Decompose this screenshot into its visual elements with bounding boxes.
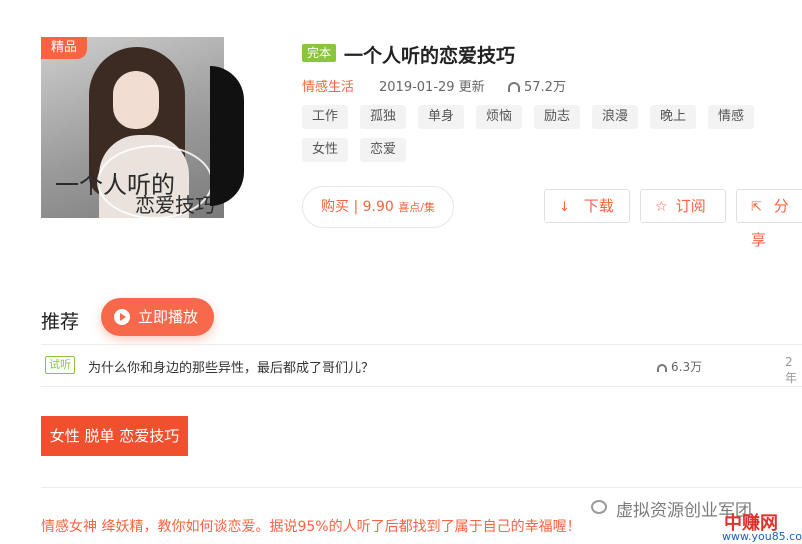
buy-button[interactable]: 购买 | 9.90 喜点/集	[302, 186, 454, 228]
share-icon: ⇱	[751, 200, 762, 215]
buy-unit: 喜点/集	[398, 201, 435, 214]
cover-title-line2: 恋爱技巧	[135, 193, 215, 217]
buy-label: 购买 | 9.90	[321, 199, 394, 215]
episode-play-count: 6.3万	[657, 358, 702, 375]
play-count-value: 57.2万	[524, 80, 566, 95]
subscribe-button[interactable]: ☆ 订阅	[640, 189, 726, 223]
watermark-url: www.you85.com	[722, 530, 802, 543]
divider	[41, 344, 802, 345]
tag[interactable]: 励志	[534, 105, 581, 129]
episode-title-link[interactable]: 为什么你和身边的那些异性，最后都成了哥们儿？	[88, 357, 374, 376]
tag[interactable]: 单身	[418, 105, 465, 129]
play-icon	[114, 309, 130, 325]
tag[interactable]: 浪漫	[592, 105, 639, 129]
tag[interactable]: 孤独	[360, 105, 407, 129]
tag[interactable]: 晚上	[650, 105, 697, 129]
headphone-icon	[657, 364, 667, 372]
star-icon: ☆	[655, 199, 668, 215]
updated-date: 2019-01-29 更新	[379, 80, 485, 95]
download-icon: ↓	[559, 200, 570, 215]
subscribe-label: 订阅	[675, 197, 706, 215]
divider	[41, 487, 802, 488]
preview-badge: 试听	[45, 356, 75, 374]
play-all-button[interactable]: 立即播放	[101, 298, 214, 336]
category-link[interactable]: 情感生活	[302, 76, 354, 95]
share-button[interactable]: ⇱ 分享	[736, 189, 802, 249]
album-title: 一个人听的恋爱技巧	[344, 45, 516, 67]
tag[interactable]: 工作	[302, 105, 349, 129]
tag[interactable]: 烦恼	[476, 105, 523, 129]
tag[interactable]: 情感	[708, 105, 755, 129]
headphone-icon	[508, 82, 520, 92]
play-all-label: 立即播放	[138, 308, 199, 326]
wechat-icon	[591, 500, 607, 514]
episode-date: 2年	[785, 355, 798, 385]
tag[interactable]: 恋爱	[360, 138, 407, 162]
album-summary: 情感女神 绛妖精，教你如何谈恋爱。据说95%的人听了后都找到了属于自己的幸福喔！	[41, 519, 581, 535]
recommend-heading: 推荐	[41, 311, 80, 333]
tag[interactable]: 女性	[302, 138, 349, 162]
premium-badge: 精品	[41, 37, 87, 59]
status-badge: 完本	[302, 44, 337, 62]
cover-figure-face	[113, 71, 159, 129]
download-label: 下载	[583, 197, 614, 215]
vinyl-record-icon	[210, 66, 244, 206]
download-button[interactable]: ↓ 下载	[544, 189, 630, 223]
play-count: 57.2万	[508, 76, 566, 95]
description-banner: 女性 脱单 恋爱技巧	[41, 416, 188, 456]
divider	[41, 386, 802, 387]
album-cover[interactable]: 一个人听的 恋爱技巧	[41, 37, 224, 218]
